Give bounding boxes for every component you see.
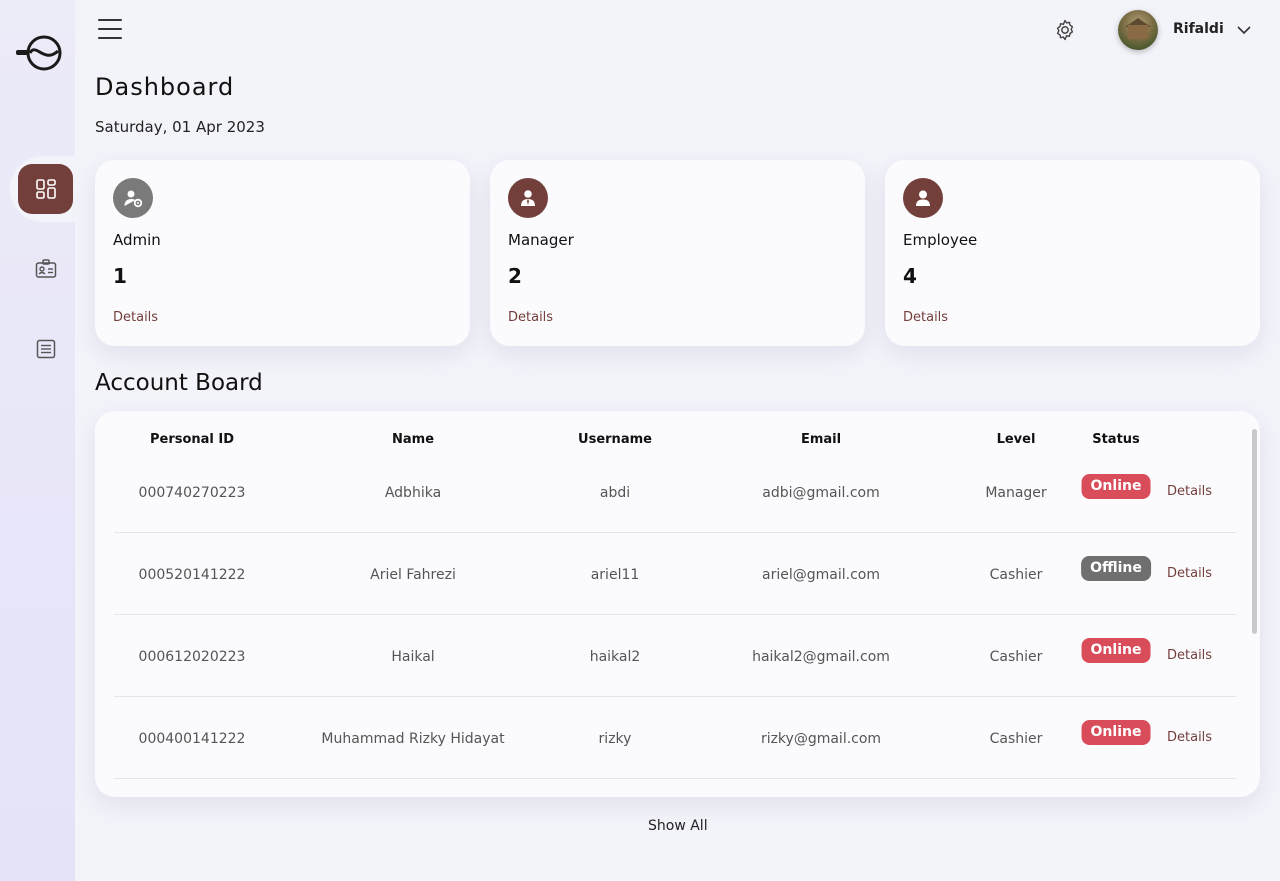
column-header: Status	[1092, 432, 1140, 447]
manager-icon	[508, 178, 548, 218]
admin-gear-icon	[113, 178, 153, 218]
cell-personal-id: 000520141222	[138, 567, 246, 583]
stat-details-link[interactable]: Details	[508, 310, 553, 325]
account-table: Personal ID Name Username Email Level St…	[95, 411, 1260, 797]
section-title: Account Board	[95, 370, 263, 396]
cell-email: rizky@gmail.com	[760, 731, 882, 747]
row-details-link[interactable]: Details	[1167, 730, 1212, 745]
stat-card-admin: Admin 1 Details	[95, 160, 470, 346]
status-badge: Offline	[1081, 556, 1151, 581]
id-card-icon	[35, 259, 56, 278]
page-date: Saturday, 01 Apr 2023	[95, 118, 265, 136]
stat-value: 1	[113, 264, 127, 288]
settings-gear-icon[interactable]	[1053, 18, 1077, 42]
table-row: 000740270223 Adbhika abdi adbi@gmail.com…	[95, 451, 1260, 533]
cell-personal-id: 000612020223	[138, 649, 246, 665]
row-details-link[interactable]: Details	[1167, 566, 1212, 581]
employee-icon	[903, 178, 943, 218]
list-document-icon	[36, 339, 55, 359]
status-badge: Online	[1081, 638, 1151, 663]
cell-email: adbi@gmail.com	[762, 485, 880, 501]
cell-level: Manager	[985, 485, 1047, 501]
cell-name: Ariel Fahrezi	[370, 567, 456, 583]
column-header: Username	[578, 432, 652, 447]
cell-level: Cashier	[989, 567, 1043, 583]
cell-email: haikal2@gmail.com	[752, 649, 890, 665]
chevron-down-icon[interactable]	[1236, 22, 1252, 38]
sidebar-item-accounts[interactable]	[18, 244, 73, 294]
show-all-button[interactable]: Show All	[648, 818, 708, 834]
cell-personal-id: 000740270223	[138, 485, 246, 501]
stat-label: Admin	[113, 231, 161, 249]
sidebar-item-reports[interactable]	[18, 324, 73, 374]
cell-username: ariel11	[590, 567, 640, 583]
status-badge: Online	[1081, 474, 1151, 499]
table-row: 000400141222 Muhammad Rizky Hidayat rizk…	[95, 697, 1260, 779]
status-badge: Online	[1081, 720, 1151, 745]
stat-label: Employee	[903, 231, 978, 249]
cell-level: Cashier	[989, 649, 1043, 665]
stat-value: 2	[508, 264, 522, 288]
stat-card-manager: Manager 2 Details	[490, 160, 865, 346]
table-row: 000612020223 Haikal haikal2 haikal2@gmai…	[95, 615, 1260, 697]
cell-personal-id: 000400141222	[138, 731, 246, 747]
user-name[interactable]: Rifaldi	[1173, 21, 1224, 37]
stat-label: Manager	[508, 231, 574, 249]
avatar[interactable]	[1118, 10, 1158, 50]
app-logo	[16, 35, 62, 71]
stat-details-link[interactable]: Details	[113, 310, 158, 325]
stat-value: 4	[903, 264, 917, 288]
cell-email: ariel@gmail.com	[762, 567, 880, 583]
row-details-link[interactable]: Details	[1167, 484, 1212, 499]
cell-username: abdi	[599, 485, 631, 501]
row-divider	[114, 778, 1236, 779]
sidebar-item-dashboard[interactable]	[18, 164, 73, 214]
column-header: Name	[391, 432, 435, 447]
table-scrollbar[interactable]	[1252, 429, 1257, 634]
cell-username: rizky	[598, 731, 632, 747]
dashboard-grid-icon	[35, 179, 56, 199]
cell-name: Haikal	[391, 649, 435, 665]
cell-level: Cashier	[989, 731, 1043, 747]
sidebar	[0, 0, 75, 881]
stat-card-employee: Employee 4 Details	[885, 160, 1260, 346]
column-header: Level	[996, 432, 1036, 447]
column-header: Email	[800, 432, 842, 447]
cell-name: Muhammad Rizky Hidayat	[321, 731, 505, 747]
page-title: Dashboard	[95, 73, 235, 101]
cell-name: Adbhika	[384, 485, 442, 501]
cell-username: haikal2	[589, 649, 641, 665]
column-header: Personal ID	[149, 432, 235, 447]
table-row: 000520141222 Ariel Fahrezi ariel11 ariel…	[95, 533, 1260, 615]
row-details-link[interactable]: Details	[1167, 648, 1212, 663]
stat-details-link[interactable]: Details	[903, 310, 948, 325]
hamburger-menu-icon[interactable]	[98, 19, 122, 41]
